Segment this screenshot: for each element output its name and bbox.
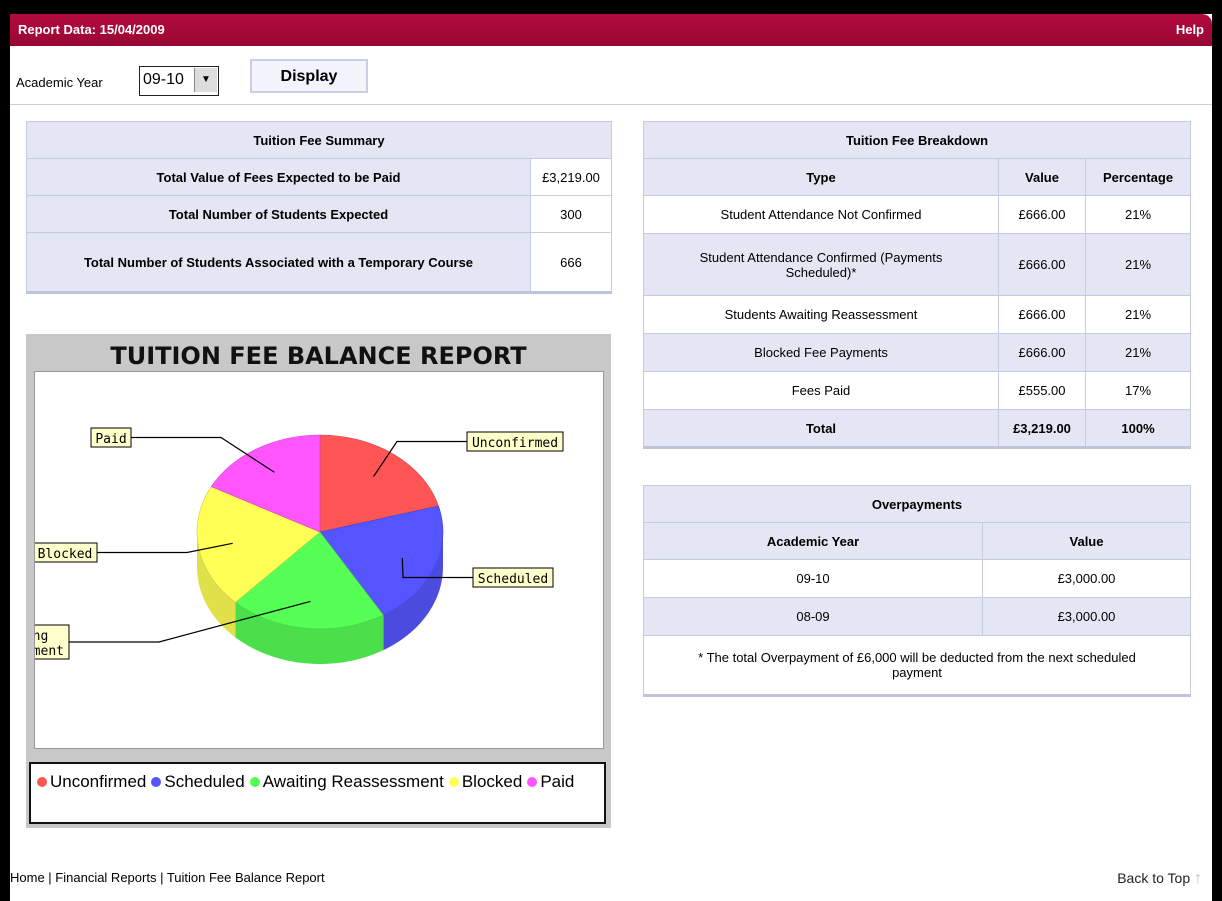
breakdown-percentage: 21% [1085, 295, 1191, 334]
breadcrumb-separator: | [156, 870, 167, 885]
breakdown-value: £555.00 [998, 371, 1086, 410]
column-header-type: Type [643, 158, 999, 196]
summary-value: 300 [530, 195, 612, 233]
breakdown-value: £666.00 [998, 195, 1086, 234]
back-to-top-link[interactable]: Back to Top ↑ [1117, 870, 1202, 888]
chart-plot-area: UnconfirmedScheduledAwaitingReassessment… [10, 371, 604, 749]
table-row: Student Attendance Not Confirmed £666.00… [643, 195, 1191, 234]
overpayment-year: 08-09 [643, 597, 983, 636]
report-window: Report Data: 15/04/2009 Help Academic Ye… [10, 14, 1212, 901]
title-bar: Report Data: 15/04/2009 Help [10, 14, 1212, 46]
breakdown-type: Student Attendance Confirmed (Payments S… [643, 233, 999, 296]
table-row: * The total Overpayment of £6,000 will b… [643, 635, 1191, 697]
legend-item-scheduled: Scheduled [151, 768, 245, 796]
breakdown-percentage: 17% [1085, 371, 1191, 410]
summary-value: £3,219.00 [530, 158, 612, 196]
breakdown-value: £666.00 [998, 333, 1086, 372]
legend-swatch-scheduled [151, 777, 162, 787]
breadcrumb-current[interactable]: Tuition Fee Balance Report [167, 870, 325, 885]
breakdown-percentage: 21% [1085, 233, 1191, 296]
summary-label: Total Value of Fees Expected to be Paid [26, 158, 531, 196]
breakdown-total-value: £3,219.00 [998, 409, 1086, 449]
table-row: 09-10 £3,000.00 [643, 559, 1191, 598]
breakdown-total-label: Total [643, 409, 999, 449]
callout-label-blocked: Blocked [38, 547, 93, 562]
breakdown-type: Students Awaiting Reassessment [643, 295, 999, 334]
legend-swatch-blocked [448, 777, 459, 787]
summary-title: Tuition Fee Summary [26, 121, 612, 159]
callout-label-scheduled: Scheduled [478, 572, 548, 587]
table-row: Total Number of Students Expected 300 [26, 195, 612, 233]
overpayment-note: * The total Overpayment of £6,000 will b… [643, 635, 1191, 697]
legend-swatch-paid [527, 777, 538, 787]
breakdown-percentage: 21% [1085, 195, 1191, 234]
table-row: Students Awaiting Reassessment £666.00 2… [643, 295, 1191, 334]
toolbar: Academic Year 09-10 ▼ Display [10, 46, 1212, 105]
table-row: Student Attendance Confirmed (Payments S… [643, 233, 1191, 296]
legend-item-blocked: Blocked [448, 768, 523, 796]
callout-label-paid: Paid [95, 432, 126, 447]
breakdown-type: Fees Paid [643, 371, 999, 410]
legend-item-unconfirmed: Unconfirmed [37, 768, 146, 796]
breakdown-total-percentage: 100% [1085, 409, 1191, 449]
breakdown-value: £666.00 [998, 295, 1086, 334]
overpayments-title: Overpayments [643, 485, 1191, 523]
legend-item-paid: Paid [527, 768, 574, 796]
legend-label-paid: Paid [540, 772, 575, 791]
help-link[interactable]: Help [1176, 22, 1204, 37]
legend-item-awaiting-reassessment: Awaiting Reassessment [249, 768, 444, 796]
breakdown-percentage: 21% [1085, 333, 1191, 372]
back-to-top-label: Back to Top [1117, 870, 1191, 886]
legend-swatch-awaiting-reassessment [249, 777, 260, 787]
table-total-row: Total £3,219.00 100% [643, 409, 1191, 449]
legend-label-unconfirmed: Unconfirmed [50, 772, 147, 791]
table-row: 08-09 £3,000.00 [643, 597, 1191, 636]
legend-label-blocked: Blocked [461, 772, 523, 791]
table-row: Total Number of Students Associated with… [26, 232, 612, 294]
summary-value: 666 [530, 232, 612, 294]
breakdown-type: Student Attendance Not Confirmed [643, 195, 999, 234]
dropdown-arrow-icon[interactable]: ▼ [194, 68, 217, 92]
breakdown-type: Blocked Fee Payments [643, 333, 999, 372]
legend-label-scheduled: Scheduled [164, 772, 245, 791]
overpayment-value: £3,000.00 [982, 559, 1191, 598]
table-row: Blocked Fee Payments £666.00 21% [643, 333, 1191, 372]
callout-label-unconfirmed: Unconfirmed [472, 436, 558, 451]
breakdown-title: Tuition Fee Breakdown [643, 121, 1191, 159]
tuition-fee-balance-chart: TUITION FEE BALANCE REPORT Unconfirmed Sc… [10, 334, 611, 828]
academic-year-value: 09-10 [143, 71, 184, 88]
column-header-academic-year: Academic Year [643, 522, 983, 560]
summary-label: Total Number of Students Associated with… [26, 232, 531, 294]
breakdown-value: £666.00 [998, 233, 1086, 296]
overpayment-year: 09-10 [643, 559, 983, 598]
table-row: Fees Paid £555.00 17% [643, 371, 1191, 410]
summary-label: Total Number of Students Expected [26, 195, 531, 233]
column-header-value: Value [998, 158, 1086, 196]
legend-label-awaiting-reassessment: Awaiting Reassessment [262, 772, 444, 791]
column-header-value: Value [982, 522, 1191, 560]
chart-title: TUITION FEE BALANCE REPORT [110, 342, 527, 370]
pie-chart-svg: UnconfirmedScheduledAwaitingReassessment… [10, 427, 564, 664]
display-button[interactable]: Display [250, 59, 368, 93]
breadcrumb-separator: | [44, 870, 56, 885]
overpayments-table: Overpayments Academic Year Value 09-10 £… [643, 485, 1191, 697]
breadcrumb: Home | Financial Reports | Tuition Fee B… [10, 870, 325, 885]
tuition-fee-summary-table: Tuition Fee Summary Total Value of Fees … [26, 121, 612, 294]
breadcrumb-financial-reports[interactable]: Financial Reports [55, 870, 156, 885]
legend-swatch-unconfirmed [37, 777, 47, 787]
breadcrumb-home[interactable]: Home [10, 870, 45, 885]
up-arrow-icon: ↑ [1194, 870, 1202, 887]
academic-year-select[interactable]: 09-10 ▼ [139, 66, 219, 96]
table-row: Total Value of Fees Expected to be Paid … [26, 158, 612, 196]
column-header-percentage: Percentage [1085, 158, 1191, 196]
academic-year-label: Academic Year [16, 75, 103, 90]
overpayment-value: £3,000.00 [982, 597, 1191, 636]
tuition-fee-breakdown-table: Tuition Fee Breakdown Type Value Percent… [643, 121, 1191, 449]
report-date: Report Data: 15/04/2009 [18, 22, 165, 37]
chart-legend: Unconfirmed Scheduled Awaiting Reassessmen… [29, 762, 606, 824]
